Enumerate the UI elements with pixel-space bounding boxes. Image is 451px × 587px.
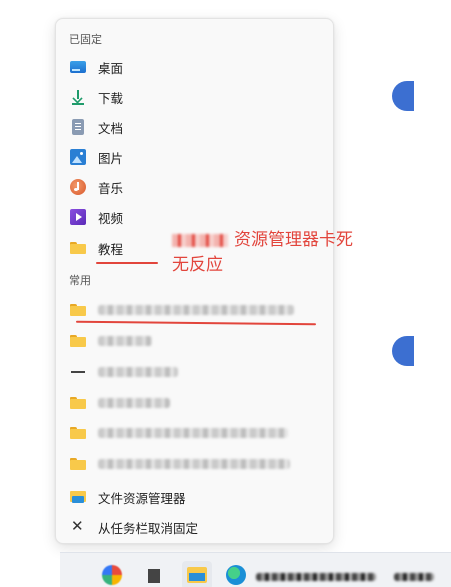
file-explorer-taskbar-icon[interactable]: [187, 567, 207, 583]
pinned-item-label: 下载: [98, 90, 124, 106]
dash-icon: [70, 364, 86, 380]
folder-icon: [70, 335, 86, 347]
redacted-text: [256, 573, 376, 581]
pinned-item-videos[interactable]: 视频: [62, 203, 328, 231]
annotation-underline: [96, 262, 158, 264]
action-label: 文件资源管理器: [98, 490, 186, 506]
taskbar: [60, 552, 451, 587]
pinned-item-label: 音乐: [98, 180, 124, 196]
pinned-item-label: 图片: [98, 150, 124, 166]
pinned-section-title: 已固定: [69, 33, 102, 46]
open-file-explorer-item[interactable]: 文件资源管理器: [62, 483, 328, 511]
side-badge: [392, 81, 414, 111]
redacted-text: [98, 428, 288, 438]
redacted-text: [98, 305, 294, 315]
app-icon[interactable]: [148, 569, 160, 583]
annotation-text: 资源管理器卡死 无反应: [172, 228, 402, 278]
taskbar-jumplist: 已固定 桌面 下载 文档 图片 音乐 视频 教程 常用 文件资源管理器 ✕ 从任…: [55, 18, 334, 544]
pinned-item-label: 桌面: [98, 60, 124, 76]
pinned-item-music[interactable]: 音乐: [62, 173, 328, 201]
redacted-text: [98, 459, 290, 469]
download-icon: [70, 89, 86, 105]
file-explorer-icon: [70, 490, 86, 504]
pinned-item-label: 文档: [98, 120, 124, 136]
redacted-text: [172, 233, 228, 247]
redacted-text: [98, 367, 178, 377]
pinned-item-desktop[interactable]: 桌面: [62, 53, 328, 81]
unpin-from-taskbar-item[interactable]: 从任务栏取消固定: [62, 513, 328, 541]
side-badge: [392, 336, 414, 366]
edge-browser-icon[interactable]: [226, 565, 246, 585]
pinned-item-pictures[interactable]: 图片: [62, 143, 328, 171]
pinned-item-downloads[interactable]: 下载: [62, 83, 328, 111]
videos-icon: [70, 209, 86, 225]
pinned-item-label: 视频: [98, 210, 124, 226]
redacted-text: [98, 336, 152, 346]
folder-icon: [70, 397, 86, 409]
desktop-icon: [70, 61, 86, 73]
app-icon[interactable]: [102, 565, 122, 585]
pinned-item-documents[interactable]: 文档: [62, 113, 328, 141]
music-icon: [70, 179, 86, 195]
frequent-item[interactable]: [62, 358, 328, 386]
folder-icon: [70, 304, 86, 316]
folder-icon: [70, 242, 86, 254]
unpin-icon: [70, 517, 86, 535]
annotation-line1: 资源管理器卡死: [234, 230, 353, 250]
redacted-text: [98, 398, 170, 408]
folder-icon: [70, 427, 86, 439]
pinned-item-label: 教程: [98, 241, 124, 257]
pictures-icon: [70, 149, 86, 165]
documents-icon: [72, 119, 84, 135]
redacted-text: [394, 573, 434, 581]
frequent-item[interactable]: [62, 296, 328, 324]
frequent-item[interactable]: [62, 419, 328, 447]
frequent-item[interactable]: [62, 327, 328, 355]
frequent-item[interactable]: [62, 450, 328, 478]
annotation-line2: 无反应: [172, 255, 223, 275]
frequent-item[interactable]: [62, 389, 328, 417]
folder-icon: [70, 458, 86, 470]
frequent-section-title: 常用: [69, 274, 91, 287]
action-label: 从任务栏取消固定: [98, 520, 199, 536]
